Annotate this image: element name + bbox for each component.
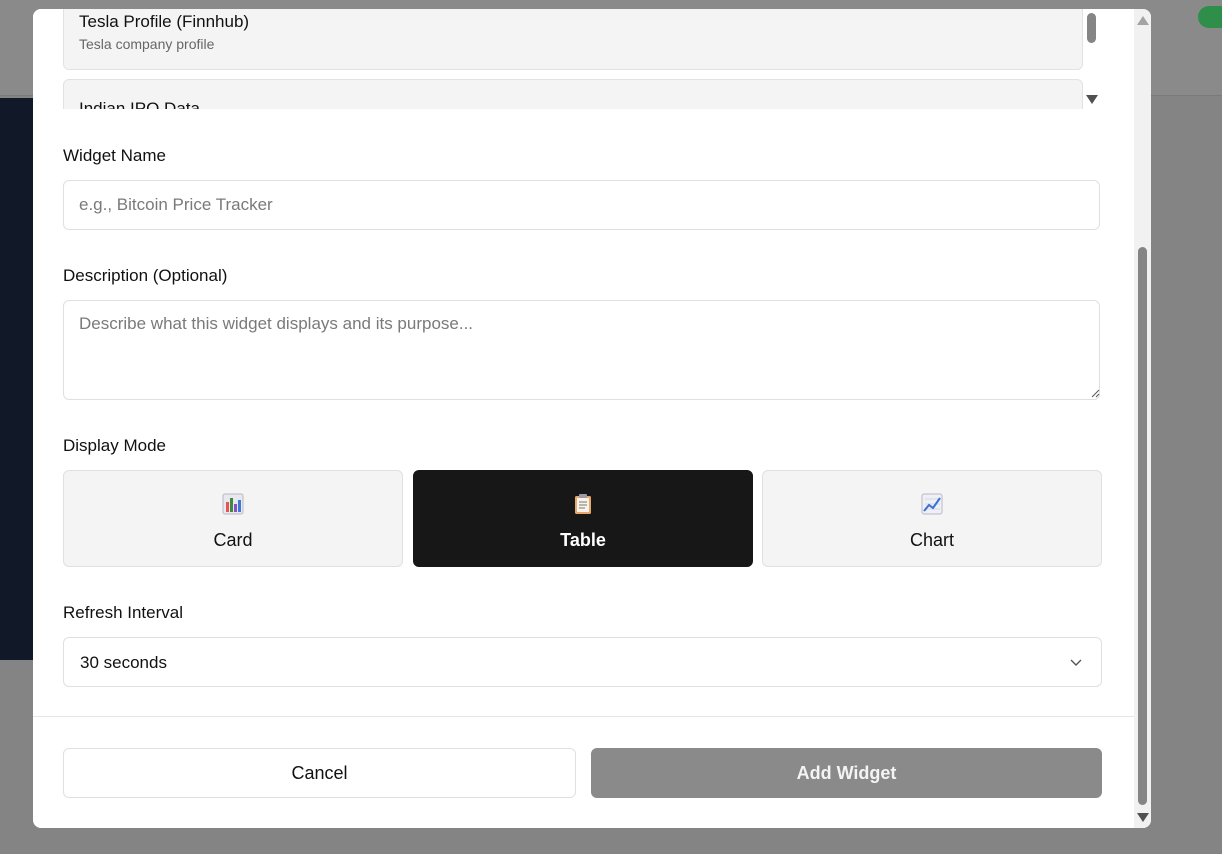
display-mode-table-button[interactable]: Table (413, 470, 753, 567)
display-mode-card-label: Card (213, 530, 253, 550)
data-source-list: Tesla Profile (Finnhub) Tesla company pr… (33, 9, 1134, 109)
bar-chart-icon (222, 493, 244, 515)
display-mode-card-button[interactable]: Card (63, 470, 403, 567)
display-mode-label: Display Mode (63, 436, 166, 455)
modal-scroll-thumb[interactable] (1138, 247, 1147, 805)
data-source-item-indian-ipo[interactable]: Indian IPO Data (63, 79, 1083, 109)
add-widget-modal: Tesla Profile (Finnhub) Tesla company pr… (33, 9, 1151, 828)
source-list-scrollbar[interactable] (1083, 9, 1100, 109)
line-chart-icon (921, 493, 943, 515)
footer-divider (33, 716, 1134, 717)
widget-name-label: Widget Name (63, 146, 166, 165)
description-label: Description (Optional) (63, 266, 228, 285)
cancel-button[interactable]: Cancel (63, 748, 576, 798)
display-mode-chart-label: Chart (909, 530, 954, 550)
add-widget-button[interactable]: Add Widget (591, 748, 1102, 798)
refresh-interval-label: Refresh Interval (63, 603, 183, 622)
display-mode-chart-button[interactable]: Chart (762, 470, 1102, 567)
data-source-description: Tesla company profile (79, 36, 215, 52)
background-status-pill (1198, 6, 1222, 28)
resize-grip-icon[interactable] (1090, 388, 1100, 398)
data-source-name: Tesla Profile (Finnhub) (79, 12, 250, 31)
clipboard-icon (575, 494, 591, 514)
source-list-scroll-thumb[interactable] (1087, 13, 1096, 43)
refresh-interval-select[interactable]: 30 seconds (63, 637, 1102, 687)
scroll-up-arrow-icon[interactable] (1137, 16, 1149, 25)
data-source-item-tesla[interactable]: Tesla Profile (Finnhub) Tesla company pr… (63, 9, 1083, 70)
widget-name-input[interactable] (63, 180, 1100, 230)
chevron-down-icon (1070, 659, 1082, 666)
modal-scrollbar[interactable] (1134, 9, 1151, 828)
display-mode-table-label: Table (560, 530, 606, 550)
description-textarea[interactable] (63, 300, 1100, 400)
refresh-interval-value: 30 seconds (80, 653, 167, 672)
scroll-down-arrow-icon[interactable] (1086, 95, 1098, 104)
scroll-down-arrow-icon[interactable] (1137, 813, 1149, 822)
data-source-name: Indian IPO Data (79, 99, 200, 109)
